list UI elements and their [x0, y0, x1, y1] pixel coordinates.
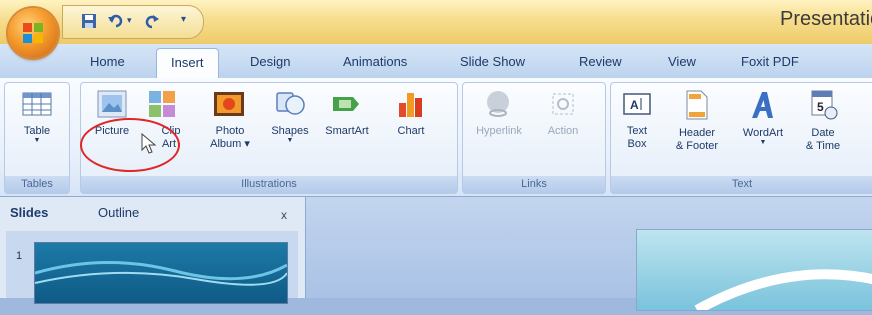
group-label-illustrations: Illustrations — [81, 176, 457, 193]
text-box-icon: A — [623, 93, 651, 115]
redo-icon[interactable] — [143, 13, 161, 34]
save-icon[interactable] — [81, 13, 97, 34]
dropdown-arrow-icon: ▼ — [33, 137, 41, 144]
slide-workspace — [306, 197, 872, 315]
tab-slide-show[interactable]: Slide Show — [460, 54, 525, 69]
shapes-icon — [276, 92, 305, 115]
tab-review[interactable]: Review — [579, 54, 622, 69]
tab-insert[interactable]: Insert — [156, 48, 219, 78]
picture-button[interactable]: Picture — [87, 89, 137, 137]
header-footer-icon — [686, 90, 708, 120]
picture-icon — [97, 90, 127, 118]
table-icon — [22, 92, 52, 116]
office-logo-icon — [23, 23, 43, 43]
undo-dropdown-icon[interactable]: ▾ — [127, 15, 132, 26]
slide-number: 1 — [16, 250, 23, 262]
window-title: Presentatio — [780, 8, 872, 30]
tab-view[interactable]: View — [668, 54, 696, 69]
svg-text:A: A — [630, 98, 639, 112]
slide-wave-graphic — [34, 261, 288, 286]
chart-icon — [399, 93, 422, 117]
tab-animations[interactable]: Animations — [343, 54, 407, 69]
chart-button[interactable]: Chart — [387, 89, 435, 137]
table-button[interactable]: Table ▼ — [13, 89, 61, 145]
text-box-button[interactable]: A Text Box — [615, 89, 659, 150]
group-text: A Text Box Header & Footer WordArt ▼ 5 D… — [610, 82, 872, 194]
slides-pane: Slides Outline x 1 — [0, 197, 306, 304]
ribbon-tabs: Home Insert Design Animations Slide Show… — [0, 44, 872, 78]
tab-design[interactable]: Design — [250, 54, 290, 69]
date-time-button[interactable]: 5 Date & Time — [801, 89, 845, 152]
office-button[interactable] — [8, 8, 58, 58]
clip-art-icon — [149, 91, 175, 117]
close-icon[interactable]: x — [281, 208, 287, 222]
group-label-tables: Tables — [5, 176, 69, 193]
dropdown-arrow-icon: ▼ — [286, 137, 294, 144]
quick-access-toolbar: ▾ ▾ — [62, 5, 204, 39]
smartart-button[interactable]: SmartArt — [321, 89, 373, 137]
tab-foxit-pdf[interactable]: Foxit PDF — [741, 54, 799, 69]
hyperlink-icon — [487, 91, 509, 117]
undo-icon[interactable] — [107, 13, 125, 34]
svg-text:5: 5 — [817, 100, 824, 114]
dropdown-arrow-icon: ▼ — [759, 139, 767, 146]
tab-slides[interactable]: Slides — [10, 205, 48, 220]
hyperlink-button[interactable]: Hyperlink — [469, 89, 529, 137]
photo-album-button[interactable]: Photo Album ▾ — [207, 89, 253, 150]
tab-outline[interactable]: Outline — [98, 205, 139, 220]
group-illustrations: Picture Clip Art Photo Album ▾ Shapes ▼ … — [80, 82, 458, 194]
mouse-cursor-icon — [141, 132, 157, 154]
wordart-button[interactable]: WordArt ▼ — [737, 89, 789, 147]
shapes-button[interactable]: Shapes ▼ — [265, 89, 315, 145]
group-tables: Table ▼ Tables — [4, 82, 70, 194]
slide-canvas[interactable] — [636, 229, 872, 315]
slide-swoosh-graphic — [694, 269, 872, 315]
tab-home[interactable]: Home — [90, 54, 125, 69]
smartart-icon — [333, 97, 359, 111]
customize-qat-icon[interactable]: ▾ — [181, 14, 186, 25]
title-bar: ▾ ▾ Presentatio — [0, 0, 872, 44]
action-icon — [552, 93, 574, 115]
ribbon: Table ▼ Tables Picture Clip Art Photo Al… — [0, 78, 872, 197]
group-links: Hyperlink Action Links — [462, 82, 606, 194]
action-button[interactable]: Action — [539, 89, 587, 137]
group-label-links: Links — [463, 176, 605, 193]
group-label-text: Text — [611, 176, 872, 193]
date-time-icon: 5 — [811, 90, 838, 120]
slide-thumbnail[interactable] — [34, 242, 288, 304]
photo-album-icon — [214, 92, 244, 116]
header-footer-button[interactable]: Header & Footer — [667, 89, 727, 152]
wordart-icon — [752, 92, 773, 118]
